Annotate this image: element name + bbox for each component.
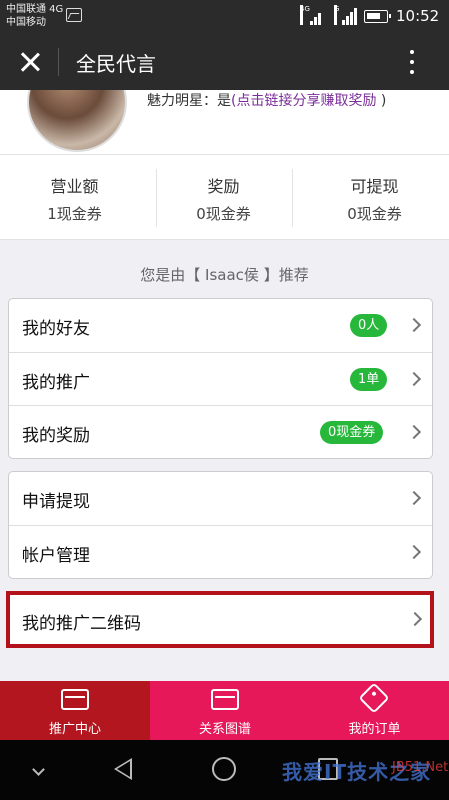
clock: 10:52	[396, 7, 440, 25]
carrier-info: 中国联通 4G 中国移动	[6, 3, 63, 29]
avatar[interactable]	[27, 90, 127, 152]
tab-relationship-graph[interactable]: 关系图谱	[150, 681, 300, 740]
chevron-right-icon	[406, 371, 422, 387]
menu-item-label: 我的奖励	[22, 426, 90, 446]
charm-close: )	[376, 93, 387, 109]
stat-divider	[292, 169, 293, 227]
chevron-down-icon[interactable]	[32, 763, 45, 776]
tab-label: 推广中心	[48, 722, 101, 737]
rewards-amount-badge: 0现金券	[320, 421, 384, 444]
carrier-line-2: 中国移动	[6, 17, 46, 28]
signal-4g-label: 4G	[300, 5, 310, 25]
tag-icon	[358, 682, 390, 714]
menu-item-label: 我的推广	[22, 373, 90, 393]
menu-item-my-promotion[interactable]: 我的推广 1单	[9, 352, 432, 405]
chevron-right-icon	[407, 611, 423, 627]
chevron-right-icon	[406, 490, 422, 506]
stat-label: 营业额	[50, 177, 99, 196]
menu-item-my-friends[interactable]: 我的好友 0人	[9, 299, 432, 352]
friends-count-badge: 0人	[350, 314, 388, 337]
menu-item-label: 我的推广二维码	[22, 614, 141, 634]
signal-4g-icon: 4G	[300, 5, 322, 25]
menu-item-label: 申请提现	[22, 492, 90, 512]
stat-value: 0现金券	[196, 205, 251, 223]
page-title: 全民代言	[76, 52, 156, 76]
chevron-right-icon	[406, 317, 422, 333]
menu-group-account: 申请提现 帐户管理	[8, 471, 433, 579]
menu-item-my-rewards[interactable]: 我的奖励 0现金券	[9, 405, 432, 458]
back-triangle-icon[interactable]	[114, 758, 132, 780]
stat-revenue: 营业额 1现金券	[0, 155, 149, 241]
stat-label: 奖励	[207, 177, 240, 196]
tab-promotion-center[interactable]: 推广中心	[0, 681, 150, 740]
signal-g-label: G	[334, 5, 339, 25]
tab-label: 关系图谱	[198, 722, 251, 737]
stats-panel: 营业额 1现金券 奖励 0现金券 可提现 0现金券	[0, 154, 449, 240]
stat-value: 0现金券	[347, 205, 402, 223]
carrier-line-1: 中国联通 4G	[6, 4, 64, 15]
promotion-count-badge: 1单	[350, 368, 388, 391]
charm-label: 魅力明星：是	[147, 93, 231, 109]
battery-icon	[364, 10, 391, 23]
share-reward-link[interactable]: (点击链接分享赚取奖励	[231, 93, 376, 109]
tab-my-orders[interactable]: 我的订单	[300, 681, 449, 740]
chevron-right-icon	[406, 424, 422, 440]
signal-g-icon: G	[334, 5, 357, 25]
stat-withdrawable: 可提现 0现金券	[300, 155, 449, 241]
charm-star-text: 魅力明星：是(点击链接分享赚取奖励 )	[147, 90, 386, 110]
menu-item-withdraw[interactable]: 申请提现	[9, 472, 432, 525]
stat-value: 1现金券	[47, 205, 102, 223]
more-options-icon[interactable]	[402, 46, 422, 78]
tab-label: 我的订单	[348, 722, 401, 737]
menu-item-label: 我的好友	[22, 319, 90, 339]
menu-group-stats: 我的好友 0人 我的推广 1单 我的奖励 0现金券	[8, 298, 433, 459]
referrer-text: 您是由【 Isaac侯 】推荐	[140, 266, 309, 284]
stat-reward: 奖励 0现金券	[149, 155, 298, 241]
title-bar: 全民代言	[0, 34, 449, 90]
card-icon	[61, 689, 89, 710]
status-bar: 中国联通 4G 中国移动 4G G 10:52	[0, 0, 449, 34]
title-divider	[58, 48, 59, 76]
menu-item-account-management[interactable]: 帐户管理	[9, 525, 432, 578]
menu-item-promotion-qrcode[interactable]: 我的推广二维码	[6, 591, 434, 648]
menu-item-label: 帐户管理	[22, 546, 90, 566]
stat-label: 可提现	[350, 177, 399, 196]
close-icon[interactable]	[14, 46, 46, 78]
watermark-subtext: JB51.Net	[392, 760, 449, 775]
home-circle-icon[interactable]	[212, 757, 236, 781]
bottom-tab-bar: 推广中心 关系图谱 我的订单	[0, 681, 449, 740]
card-icon	[211, 689, 239, 710]
profile-section: 魅力明星：是(点击链接分享赚取奖励 )	[0, 90, 449, 154]
system-nav-bar: 我爱IT技术之家 JB51.Net	[0, 740, 449, 800]
image-notification-icon	[66, 8, 82, 22]
chevron-right-icon	[406, 544, 422, 560]
